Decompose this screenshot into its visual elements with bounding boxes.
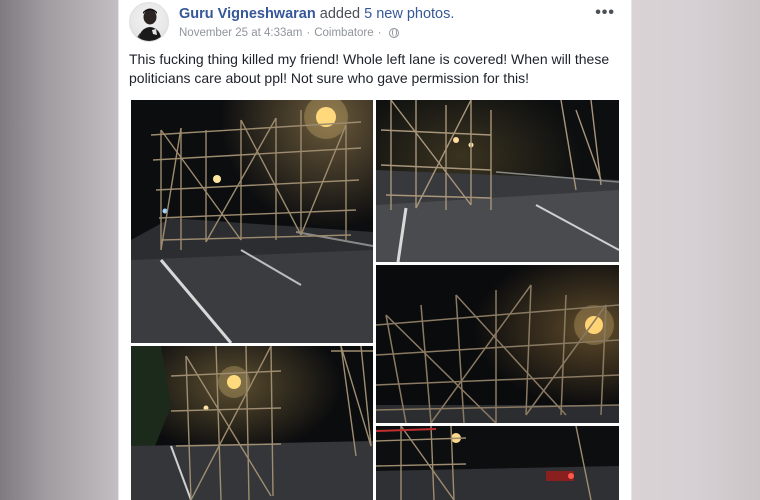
post-author-line: Guru Vigneshwaran added 5 new photos. xyxy=(179,6,454,22)
post-photo-1[interactable] xyxy=(131,100,373,343)
post-meta: November 25 at 4:33am · Coimbatore · xyxy=(179,27,399,39)
meta-separator: · xyxy=(377,27,382,39)
globe-icon[interactable] xyxy=(388,28,399,38)
facebook-post-card: Guru Vigneshwaran added 5 new photos. No… xyxy=(118,0,632,500)
background-left xyxy=(0,0,118,500)
post-timestamp-link[interactable]: November 25 at 4:33am xyxy=(179,27,302,39)
post-photo-5[interactable] xyxy=(376,426,619,500)
author-name-link[interactable]: Guru Vigneshwaran xyxy=(179,6,316,22)
photo-count-link[interactable]: 5 new photos. xyxy=(364,6,454,22)
meta-separator: · xyxy=(306,27,311,39)
post-location-link[interactable]: Coimbatore xyxy=(314,27,373,39)
post-photo-2[interactable] xyxy=(376,100,619,262)
post-text: This fucking thing killed my friend! Who… xyxy=(129,51,610,86)
post-header: Guru Vigneshwaran added 5 new photos. No… xyxy=(129,2,623,46)
avatar[interactable] xyxy=(129,2,169,42)
post-photo-3[interactable] xyxy=(376,265,619,423)
post-photo-4[interactable] xyxy=(131,346,373,500)
background-right xyxy=(632,0,760,500)
post-action-text: added xyxy=(319,6,361,22)
more-options-button[interactable]: ••• xyxy=(595,4,615,22)
